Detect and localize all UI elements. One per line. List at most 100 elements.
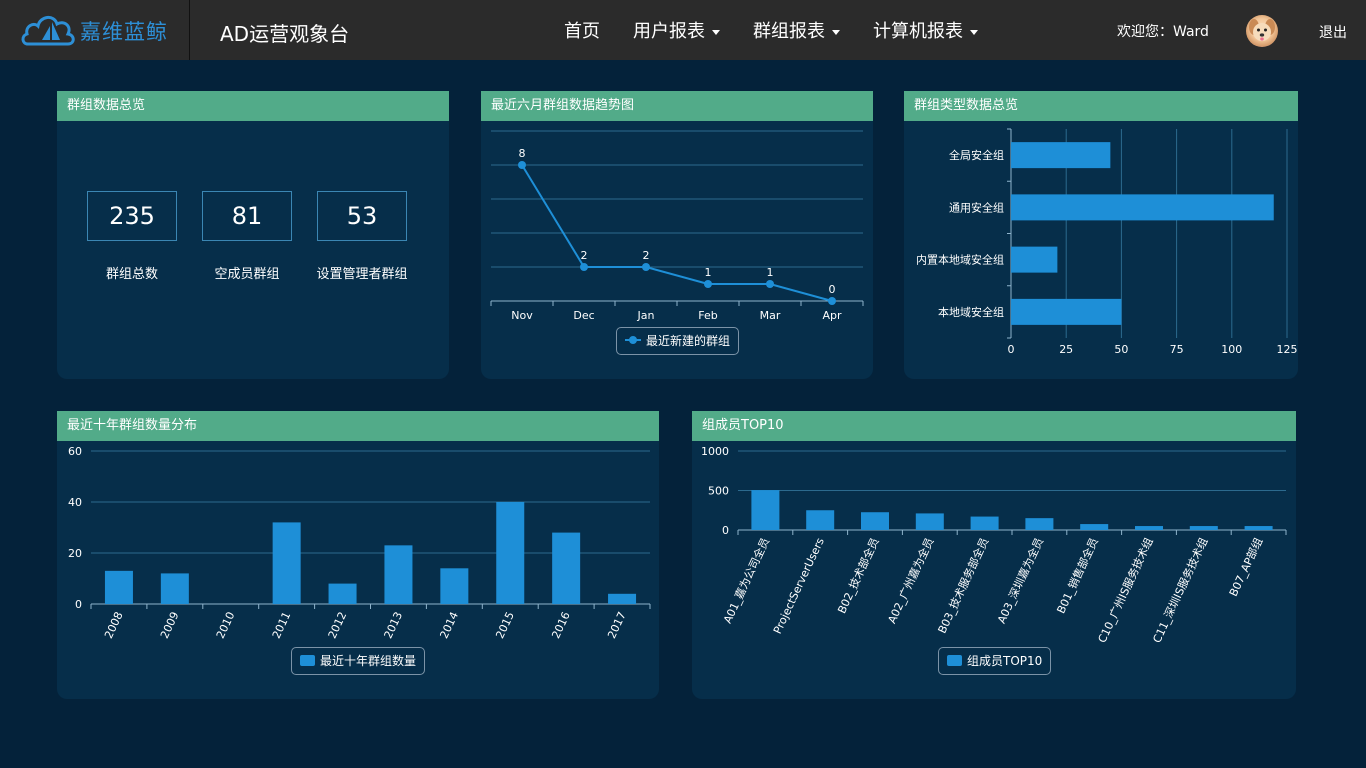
y-tick-label: 通用安全组	[949, 200, 1004, 214]
nav-user-reports[interactable]: 用户报表	[633, 17, 720, 43]
data-point	[580, 263, 588, 271]
nav-group-reports[interactable]: 群组报表	[753, 17, 840, 43]
bar	[915, 513, 944, 530]
top10-legend[interactable]: 组成员TOP10	[938, 647, 1052, 675]
x-tick-label: 2009	[158, 610, 182, 641]
data-point	[828, 297, 836, 305]
stat-total-groups-label: 群组总数	[105, 267, 158, 282]
nav-home[interactable]: 首页	[564, 17, 600, 43]
y-tick-label: 1000	[701, 445, 729, 458]
x-tick-label: A01_嘉为公司全员	[720, 535, 772, 625]
bar	[160, 573, 189, 604]
nav-computer-reports-label: 计算机报表	[873, 21, 963, 42]
bar	[861, 512, 889, 530]
bar-swatch-icon	[947, 655, 962, 666]
bar	[1080, 524, 1109, 530]
x-tick-label: B01_销售部全员	[1054, 535, 1101, 615]
brand-name: 嘉维蓝鲸	[80, 20, 168, 44]
stat-empty-groups-label: 空成员群组	[214, 267, 280, 282]
bar	[608, 593, 637, 604]
stat-managed-groups: 53	[317, 191, 407, 241]
x-tick-label: 2008	[102, 610, 126, 641]
y-tick-label: 内置本地域安全组	[916, 253, 1004, 267]
data-point	[704, 280, 712, 288]
bar	[1011, 142, 1111, 169]
x-tick-label: Feb	[698, 309, 717, 322]
x-tick-label: ProjectServerUsers	[771, 536, 827, 636]
data-label: 1	[705, 266, 712, 279]
x-tick-label: Dec	[573, 309, 594, 322]
data-point	[518, 161, 526, 169]
bar	[552, 532, 581, 604]
data-label: 2	[581, 249, 588, 262]
data-label: 0	[829, 283, 836, 296]
x-tick-label: Jan	[637, 309, 655, 322]
x-tick-label: 0	[1008, 343, 1015, 356]
x-tick-label: B02_技术部全员	[834, 535, 881, 615]
dog-avatar-icon	[1249, 19, 1275, 41]
x-tick-label: 2012	[326, 610, 350, 641]
x-tick-label: A02_广州嘉为全员	[885, 535, 937, 625]
stat-empty-groups: 81	[202, 191, 292, 241]
bar	[1011, 246, 1058, 273]
x-tick-label: Mar	[760, 309, 781, 322]
cloud-logo-icon	[21, 16, 75, 46]
x-tick-label: 75	[1170, 343, 1184, 356]
data-point	[766, 280, 774, 288]
overview-panel: 群组数据总览 235 81 53 群组总数 空成员群组 设置管理者群组	[57, 91, 449, 379]
bar	[496, 502, 525, 604]
bar	[806, 510, 835, 530]
trend-legend[interactable]: 最近新建的群组	[616, 327, 740, 355]
stat-total-groups: 235	[87, 191, 177, 241]
years-title: 最近十年群组数量分布	[57, 411, 659, 441]
app-title: AD运营观象台	[220, 22, 350, 46]
top10-legend-label: 组成员TOP10	[967, 654, 1043, 668]
nav-home-label: 首页	[564, 21, 600, 42]
main-nav: 首页 用户报表 群组报表 计算机报表	[564, 17, 1011, 43]
x-tick-label: 50	[1114, 343, 1128, 356]
trend-panel: 最近六月群组数据趋势图 8 Nov 2 Dec 2 Jan 1 Feb 1 Mar 0 Apr 最近新…	[481, 91, 873, 379]
bar	[1189, 526, 1218, 530]
y-tick-label: 本地域安全组	[938, 305, 1004, 319]
years-legend[interactable]: 最近十年群组数量	[291, 647, 426, 675]
bar	[970, 516, 999, 530]
y-tick-label: 60	[68, 445, 82, 458]
caret-down-icon	[832, 29, 840, 35]
x-tick-label: 25	[1059, 343, 1073, 356]
stat-managed-groups-label: 设置管理者群组	[316, 267, 408, 282]
x-tick-label: 125	[1277, 343, 1298, 356]
brand-logo[interactable]: 嘉维蓝鲸	[20, 6, 180, 52]
top10-panel: 组成员TOP10 0 500 1000 A01_嘉为公司全员 ProjectServer…	[692, 411, 1296, 699]
y-tick-label: 全局安全组	[949, 148, 1004, 162]
x-tick-label: Apr	[822, 309, 842, 322]
data-label: 2	[643, 249, 650, 262]
logout-link[interactable]: 退出	[1319, 22, 1347, 42]
x-tick-label: 2017	[605, 610, 629, 641]
nav-user-reports-label: 用户报表	[633, 21, 705, 42]
bar	[1011, 194, 1274, 221]
overview-title: 群组数据总览	[57, 91, 449, 121]
x-tick-label: 100	[1221, 343, 1242, 356]
trend-title: 最近六月群组数据趋势图	[481, 91, 873, 121]
nav-group-reports-label: 群组报表	[753, 21, 825, 42]
y-tick-label: 40	[68, 496, 82, 509]
x-tick-label: 2010	[214, 610, 238, 641]
bar	[440, 568, 469, 604]
nav-computer-reports[interactable]: 计算机报表	[873, 17, 978, 43]
line-marker-icon	[625, 335, 641, 345]
group-types-title: 群组类型数据总览	[904, 91, 1298, 121]
y-tick-label: 500	[708, 485, 729, 498]
bar	[1011, 298, 1122, 325]
header-divider	[189, 0, 190, 60]
x-tick-label: 2013	[382, 610, 406, 641]
x-tick-label: 2014	[437, 610, 461, 641]
x-tick-label: A03_深圳嘉为全员	[994, 535, 1046, 625]
top-navbar: 嘉维蓝鲸 AD运营观象台 首页 用户报表 群组报表 计算机报表 欢迎您：Ward…	[0, 0, 1366, 60]
caret-down-icon	[712, 29, 720, 35]
x-tick-label: 2016	[549, 610, 573, 641]
group-types-panel: 群组类型数据总览 0 25 50 75 100 125 全局安全组通用安全组内置本地域安全组…	[904, 91, 1298, 379]
years-legend-label: 最近十年群组数量	[320, 654, 417, 668]
bar	[1135, 526, 1163, 530]
user-avatar[interactable]	[1246, 15, 1278, 47]
y-tick-label: 20	[68, 547, 82, 560]
